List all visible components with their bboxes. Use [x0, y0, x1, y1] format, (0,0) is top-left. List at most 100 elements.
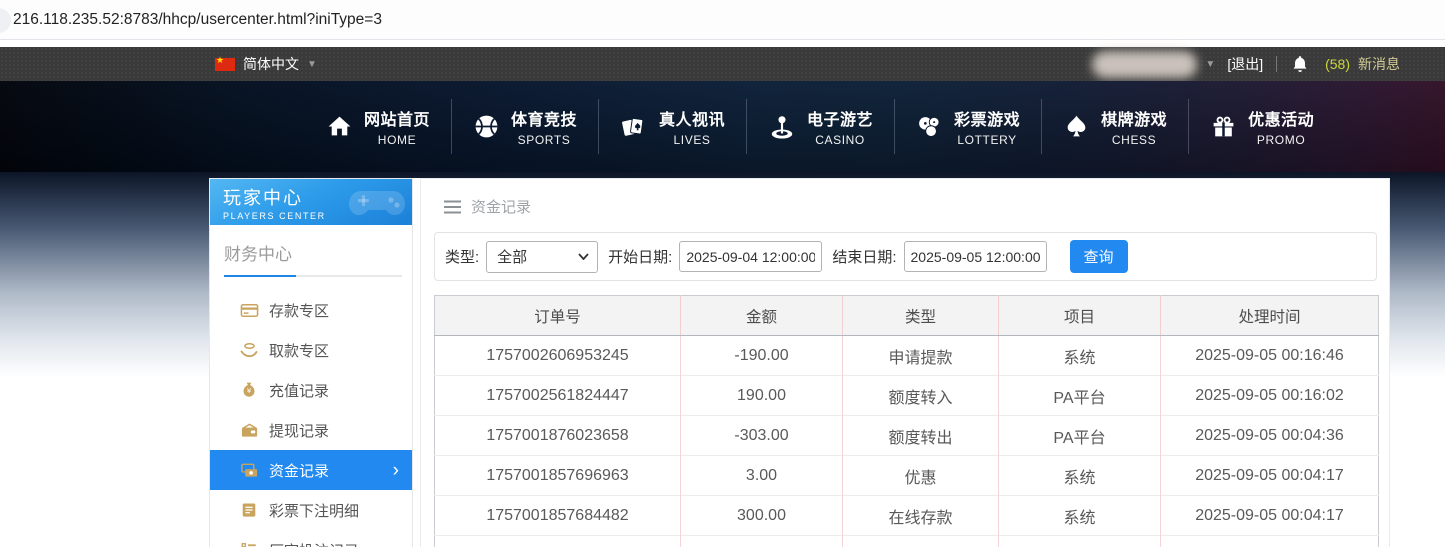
nav-label-cn: 优惠活动 — [1248, 106, 1314, 130]
sidebar-item-label: 资金记录 — [269, 460, 329, 481]
sidebar-item-lottery-bet-details[interactable]: 彩票下注明细 — [210, 490, 412, 530]
table-cell: 在线存款 — [843, 496, 999, 536]
joystick-icon — [768, 113, 796, 141]
table-body: 1757002606953245-190.00申请提款系统2025-09-05 … — [435, 336, 1379, 547]
sidebar-item-label: 提现记录 — [269, 420, 329, 441]
select-caret-icon — [578, 253, 589, 260]
username-blurred[interactable] — [1092, 51, 1197, 78]
browser-address-bar[interactable]: 216.118.235.52:8783/hhcp/usercenter.html… — [0, 0, 1445, 40]
main-nav: 网站首页 HOME 体育竞技 SPORTS 真人视讯LIVES电子游艺CASINO彩票游… — [0, 81, 1445, 172]
nav-label-cn: 棋牌游戏 — [1101, 106, 1167, 130]
section-title: 财务中心 — [210, 225, 412, 277]
sidebar-item-deposit-zone[interactable]: 存款专区 — [210, 290, 412, 330]
table-row: 17570018576969633.00优惠系统2025-09-05 00:04… — [435, 456, 1379, 496]
menu-icon[interactable] — [444, 200, 461, 214]
sidebar-item-withdraw-records[interactable]: 提现记录 — [210, 410, 412, 450]
start-date-label: 开始日期: — [608, 246, 672, 267]
topbar-divider — [1276, 56, 1277, 72]
table-cell: 2025-09-05 00:16:46 — [1161, 336, 1379, 376]
language-label: 简体中文 — [243, 54, 299, 74]
table-cell: 300.00 — [681, 496, 843, 536]
sidebar-item-recharge-records[interactable]: ¥ 充值记录 — [210, 370, 412, 410]
nav-label-cn: 体育竞技 — [511, 106, 577, 130]
table-row: 1757002561824447190.00额度转入PA平台2025-09-05… — [435, 376, 1379, 416]
sidebar-item-label: 厅室投注记录 — [269, 540, 359, 547]
type-label: 类型: — [445, 246, 479, 267]
sidebar-item-hall-bet-records[interactable]: 厅室投注记录 — [210, 530, 412, 547]
bank-card-icon — [239, 301, 259, 320]
table-cell: 190.00 — [681, 376, 843, 416]
table-row: 1757001876023658-303.00额度转出PA平台2025-09-0… — [435, 416, 1379, 456]
content-header: 资金记录 — [421, 179, 1389, 217]
message-count: (58) — [1325, 56, 1350, 72]
screen: 216.118.235.52:8783/hhcp/usercenter.html… — [0, 0, 1445, 547]
table-cell: 2025-09-05 00:16:02 — [1161, 376, 1379, 416]
nav-label-en: SPORTS — [511, 133, 577, 147]
bell-icon[interactable] — [1290, 54, 1310, 74]
document-icon — [239, 501, 259, 519]
nav-item-home[interactable]: 网站首页 HOME — [305, 106, 451, 147]
nav-label-en: HOME — [364, 133, 430, 147]
lottery-balls-icon — [916, 113, 943, 140]
list-icon — [239, 541, 259, 547]
logout-link[interactable]: [退出] — [1227, 54, 1263, 74]
players-center-banner: 玩家中心 PLAYERS CENTER — [210, 179, 412, 225]
home-icon — [326, 113, 353, 140]
table-cell: 1757001857696963 — [435, 456, 681, 496]
end-date-label: 结束日期: — [832, 246, 896, 267]
table-cell: 系统 — [999, 336, 1161, 376]
hand-coin-icon — [239, 340, 259, 360]
table-row: 1757002606953245-190.00申请提款系统2025-09-05 … — [435, 336, 1379, 376]
nav-label-cn: 电子游艺 — [807, 106, 873, 130]
language-selector[interactable]: ★ 简体中文 ▼ — [215, 54, 317, 74]
nav-item-lives[interactable]: 真人视讯LIVES — [599, 106, 746, 147]
sidebar-item-label: 充值记录 — [269, 380, 329, 401]
table-cell: 优惠 — [843, 456, 999, 496]
column-header: 金额 — [681, 296, 843, 336]
nav-label-cn: 网站首页 — [364, 106, 430, 130]
table-cell: 系统 — [999, 456, 1161, 496]
sidebar-menu: 存款专区取款专区 ¥ 充值记录提现记录资金记录›彩票下注明细厅室投注记录 — [210, 290, 412, 547]
nav-item-chess[interactable]: 棋牌游戏CHESS — [1042, 106, 1188, 147]
nav-item-promo[interactable]: 优惠活动 PROMO — [1189, 106, 1335, 147]
start-date-input[interactable] — [679, 241, 822, 272]
nav-item-lottery[interactable]: 彩票游戏LOTTERY — [895, 106, 1041, 147]
sidebar-item-funds-records[interactable]: 资金记录› — [210, 450, 412, 490]
svg-text:¥: ¥ — [247, 386, 252, 395]
type-select[interactable]: 全部 — [486, 241, 598, 273]
query-button[interactable]: 查询 — [1070, 240, 1128, 273]
chevron-down-icon: ▼ — [307, 59, 317, 70]
nav-item-sports[interactable]: 体育竞技 SPORTS — [452, 106, 598, 147]
filter-bar: 类型: 全部 开始日期: 结束日期: 查询 — [434, 232, 1377, 281]
panel-wrap: 玩家中心 PLAYERS CENTER 财务中心 存款专区取款专区 ¥ 充值记录提现… — [209, 178, 1390, 547]
table-cell: 2025-09-05 00:04:36 — [1161, 416, 1379, 456]
sidebar-item-withdraw-zone[interactable]: 取款专区 — [210, 330, 412, 370]
chevron-down-icon: ▼ — [1205, 59, 1215, 70]
nav-label-en: LOTTERY — [954, 133, 1020, 147]
wallet-icon — [239, 421, 259, 440]
table-cell: PA平台 — [999, 376, 1161, 416]
main-content: 资金记录 类型: 全部 开始日期: 结束日期: 查询 — [420, 178, 1390, 547]
china-flag-icon: ★ — [215, 58, 235, 71]
table-cell: 2025-09-05 00:04:17 — [1161, 456, 1379, 496]
new-messages-link[interactable]: 新消息 — [1358, 54, 1400, 74]
top-bar: ★ 简体中文 ▼ ▼ [退出] (58) 新消息 — [0, 47, 1445, 81]
table-cell: 1757001876023658 — [435, 416, 681, 456]
account-area: ▼ [退出] (58) 新消息 — [1092, 51, 1400, 78]
records-table-wrap: 订单号金额类型项目处理时间 1757002606953245-190.00申请提… — [434, 295, 1377, 547]
nav-label-cn: 真人视讯 — [659, 106, 725, 130]
nav-item-casino[interactable]: 电子游艺CASINO — [747, 106, 894, 147]
gamepad-icon — [346, 182, 408, 224]
nav-label-en: PROMO — [1248, 133, 1314, 147]
sidebar: 玩家中心 PLAYERS CENTER 财务中心 存款专区取款专区 ¥ 充值记录提现… — [209, 178, 413, 547]
browser-icon — [0, 8, 11, 33]
end-date-input[interactable] — [904, 241, 1047, 272]
table-cell: 2025-09-05 00:04:17 — [1161, 496, 1379, 536]
column-header: 订单号 — [435, 296, 681, 336]
page-title: 资金记录 — [471, 196, 531, 217]
nav-items: 网站首页 HOME 体育竞技 SPORTS 真人视讯LIVES电子游艺CASINO彩票游… — [305, 81, 1445, 172]
gift-icon — [1210, 113, 1237, 140]
table-cell: 额度转出 — [843, 416, 999, 456]
table-cell: PA平台 — [999, 416, 1161, 456]
table-cell: -190.00 — [681, 336, 843, 376]
